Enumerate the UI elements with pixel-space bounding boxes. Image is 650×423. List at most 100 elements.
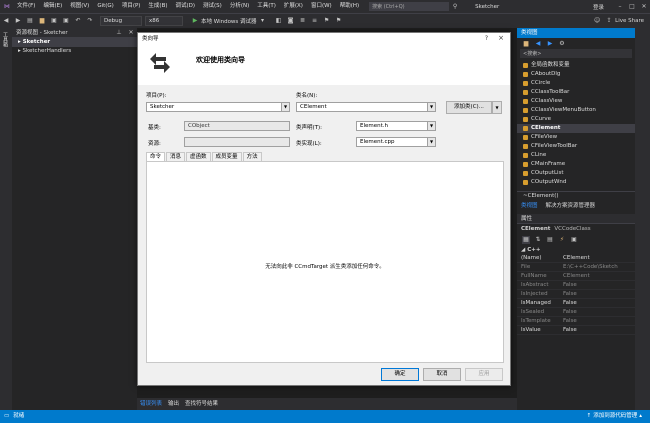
cancel-button[interactable]: 取消	[423, 368, 461, 381]
menu-item[interactable]: 视图(V)	[66, 0, 93, 13]
property-row[interactable]: IsTemplate False	[517, 317, 635, 326]
source-control-dropdown-icon[interactable]: ▴	[639, 410, 642, 423]
class-list-item[interactable]: CClassView	[517, 97, 635, 106]
events-icon[interactable]: ⚡	[558, 236, 566, 244]
property-row[interactable]: IsValue False	[517, 326, 635, 335]
source-control-button[interactable]: 添加到源代码管理	[593, 410, 637, 423]
bottom-tab[interactable]: 错误列表	[137, 398, 165, 410]
add-class-dropdown-button[interactable]: ▼	[492, 101, 502, 114]
forward-nav-icon[interactable]: ▶	[546, 40, 554, 48]
menu-item[interactable]: 帮助(H)	[336, 0, 363, 13]
class-list-item[interactable]: CFileViewToolBar	[517, 142, 635, 151]
config-select[interactable]: Debug	[100, 16, 142, 26]
add-class-button[interactable]: 添加类(C)...	[446, 101, 492, 114]
class-list-item[interactable]: CCircle	[517, 79, 635, 88]
live-share-button[interactable]: Live Share	[615, 18, 644, 24]
menu-item[interactable]: 扩展(X)	[280, 0, 307, 13]
source-control-icon[interactable]: ↑	[587, 410, 592, 423]
settings-icon[interactable]: ⚙	[558, 40, 566, 48]
properties-icon[interactable]: ▤	[546, 236, 554, 244]
format-icon[interactable]: ≣	[299, 17, 307, 25]
menu-item[interactable]: 项目(P)	[118, 0, 145, 13]
comment-icon[interactable]: ≡	[311, 17, 319, 25]
search-icon[interactable]: ⚲	[451, 3, 459, 11]
menu-item[interactable]: 调试(D)	[172, 0, 200, 13]
project-select[interactable]: Sketcher ▼	[146, 102, 290, 112]
tree-item[interactable]: ▸ Sketcher	[12, 38, 137, 47]
menu-item[interactable]: 工具(T)	[253, 0, 280, 13]
menu-search[interactable]: 搜索 (Ctrl+Q)	[369, 2, 450, 11]
classname-select[interactable]: CElement ▼	[296, 102, 436, 112]
undo-icon[interactable]: ↶	[74, 17, 82, 25]
class-list-item[interactable]: CClassViewMenuButton	[517, 106, 635, 115]
member-item[interactable]: ~CElement()	[517, 191, 635, 200]
property-row[interactable]: IsManaged False	[517, 299, 635, 308]
back-nav-icon[interactable]: ◀	[534, 40, 542, 48]
impl-file-select[interactable]: Element.cpp ▼	[356, 137, 436, 147]
dropdown-icon[interactable]: ▾	[259, 17, 267, 25]
bottom-tab[interactable]: 输出	[165, 398, 182, 410]
class-list-item[interactable]: CClassToolBar	[517, 88, 635, 97]
header-file-select[interactable]: Element.h ▼	[356, 121, 436, 131]
property-row[interactable]: IsInjected False	[517, 290, 635, 299]
menu-item[interactable]: 编辑(E)	[39, 0, 66, 13]
class-list-item[interactable]: CMainFrame	[517, 160, 635, 169]
menu-item[interactable]: Git(G)	[93, 0, 118, 13]
property-row[interactable]: IsSealed False	[517, 308, 635, 317]
open-folder-icon[interactable]: ▆	[38, 17, 46, 25]
maximize-icon[interactable]: □	[628, 3, 636, 11]
class-list-item[interactable]: COutputList	[517, 169, 635, 178]
toolbox-label[interactable]: 工具箱	[2, 32, 9, 47]
property-row[interactable]: IsAbstract False	[517, 281, 635, 290]
messages-icon[interactable]: ▣	[570, 236, 578, 244]
menu-item[interactable]: 生成(B)	[144, 0, 171, 13]
property-row[interactable]: (Name) CElement	[517, 254, 635, 263]
class-view-search-input[interactable]: <搜索>	[523, 50, 541, 57]
login-link[interactable]: 登录	[593, 3, 604, 11]
play-icon[interactable]: ▶	[191, 17, 199, 25]
menu-item[interactable]: 测试(S)	[199, 0, 226, 13]
class-list-item[interactable]: CElement	[517, 124, 635, 133]
class-list-item[interactable]: CFileView	[517, 133, 635, 142]
class-view-search[interactable]: <搜索>	[520, 49, 632, 58]
live-share-icon[interactable]: ⇪	[605, 17, 613, 25]
apply-button[interactable]: 应用	[465, 368, 503, 381]
tab-class-view[interactable]: 类视图	[517, 201, 542, 209]
save-icon[interactable]: ▣	[50, 17, 58, 25]
minimize-icon[interactable]: –	[616, 3, 624, 11]
bookmark-icon[interactable]: ⚑	[323, 17, 331, 25]
menu-item[interactable]: 窗口(W)	[307, 0, 336, 13]
help-button[interactable]: ?	[485, 35, 488, 42]
categorized-icon[interactable]: ▦	[522, 235, 530, 244]
properties-section[interactable]: ◢ C++	[517, 245, 635, 254]
save-all-icon[interactable]: ▣	[62, 17, 70, 25]
bookmark-prev-icon[interactable]: ⚑	[335, 17, 343, 25]
menu-item[interactable]: 分析(N)	[226, 0, 253, 13]
back-icon[interactable]: ◀	[2, 17, 10, 25]
property-row[interactable]: FullName CElement	[517, 272, 635, 281]
ok-button[interactable]: 确定	[381, 368, 419, 381]
redo-icon[interactable]: ↷	[86, 17, 94, 25]
class-list-item[interactable]: CLine	[517, 151, 635, 160]
camera-icon[interactable]: ◙	[287, 17, 295, 25]
search-input[interactable]: 搜索 (Ctrl+Q)	[372, 3, 405, 10]
pin-icon[interactable]: ⊥	[115, 29, 123, 37]
class-list-item[interactable]: COutputWnd	[517, 178, 635, 187]
dialog-close-button[interactable]: ×	[498, 34, 504, 42]
properties-object[interactable]: CElement VCCodeClass	[517, 224, 635, 234]
tab-solution-explorer[interactable]: 解决方案资源管理器	[542, 201, 600, 209]
bottom-tab[interactable]: 查找符号结果	[182, 398, 221, 410]
feedback-icon[interactable]: ☺	[593, 17, 601, 25]
forward-icon[interactable]: ▶	[14, 17, 22, 25]
platform-select[interactable]: x86	[145, 16, 183, 26]
menu-item[interactable]: 文件(F)	[13, 0, 39, 13]
class-list-item[interactable]: 全局函数和变量	[517, 61, 635, 70]
alphabetical-icon[interactable]: ⇅	[534, 236, 542, 244]
new-folder-icon[interactable]: ▆	[522, 40, 530, 48]
new-file-icon[interactable]: ▤	[26, 17, 34, 25]
property-row[interactable]: File E:\C++Code\Sketch	[517, 263, 635, 272]
attach-icon[interactable]: ◧	[275, 17, 283, 25]
tree-item[interactable]: ▸ SketcherHandlers	[12, 47, 137, 56]
run-button[interactable]: 本地 Windows 调试器	[201, 17, 257, 25]
class-list-item[interactable]: CCurve	[517, 115, 635, 124]
